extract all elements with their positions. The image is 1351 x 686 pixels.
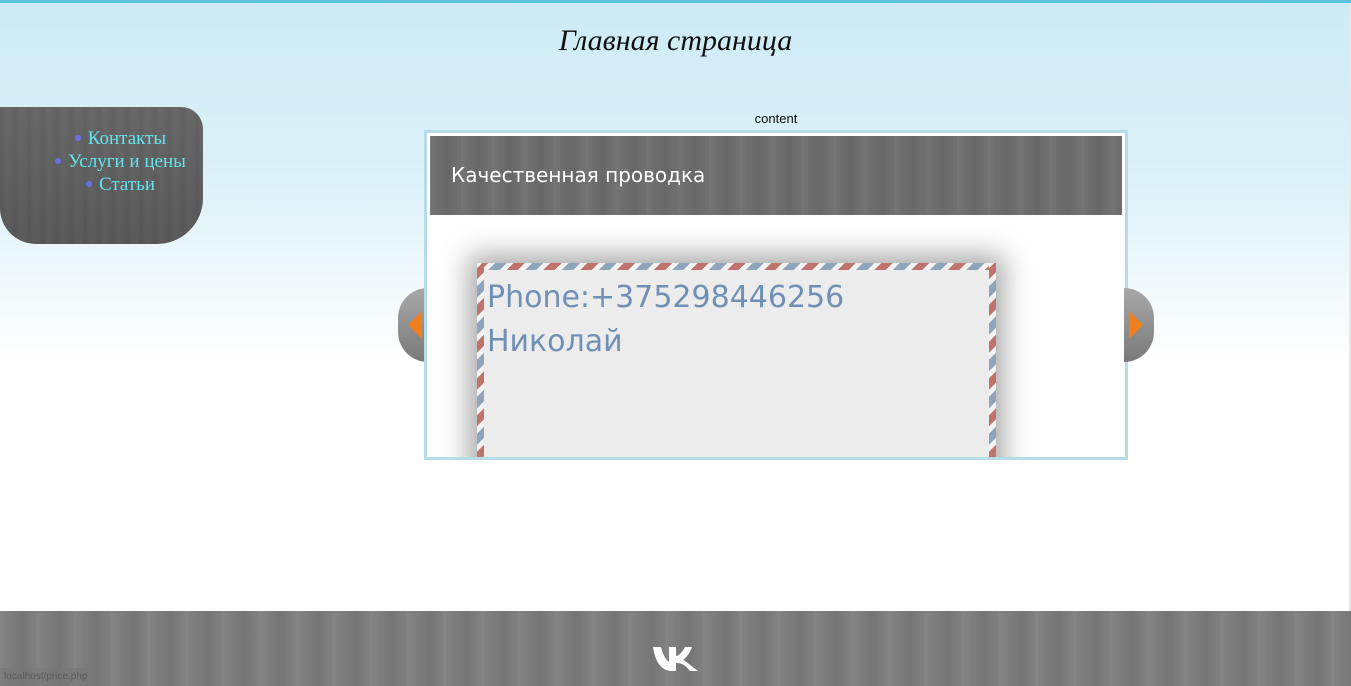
card-border-right bbox=[989, 263, 996, 457]
contact-card: Phone:+375298446256 Николай bbox=[477, 263, 996, 457]
footer bbox=[0, 611, 1351, 686]
arrow-left-icon bbox=[408, 311, 422, 339]
top-accent-line bbox=[0, 0, 1351, 3]
nav-list: Контакты Услуги и цены Статьи bbox=[0, 127, 241, 196]
slide-title: Качественная проводка bbox=[451, 163, 706, 187]
card-phone: Phone:+375298446256 bbox=[487, 280, 845, 315]
card-name: Николай bbox=[487, 324, 623, 359]
status-bar-url: localhost/price.php bbox=[0, 668, 92, 686]
arrow-right-icon bbox=[1129, 311, 1143, 339]
slide-header: Качественная проводка bbox=[430, 136, 1122, 215]
page-title: Главная страница bbox=[558, 24, 793, 57]
nav-item-services-prices[interactable]: Услуги и цены bbox=[0, 150, 241, 173]
side-navigation: Контакты Услуги и цены Статьи bbox=[0, 107, 203, 244]
nav-item-contacts[interactable]: Контакты bbox=[0, 127, 241, 150]
nav-item-articles[interactable]: Статьи bbox=[0, 173, 241, 196]
vk-icon[interactable] bbox=[652, 644, 700, 672]
slider-next-button[interactable] bbox=[1124, 288, 1154, 362]
content-slider: Качественная проводка Phone:+37529844625… bbox=[424, 130, 1128, 460]
card-border-left bbox=[477, 263, 484, 457]
content-label: content bbox=[754, 111, 798, 126]
